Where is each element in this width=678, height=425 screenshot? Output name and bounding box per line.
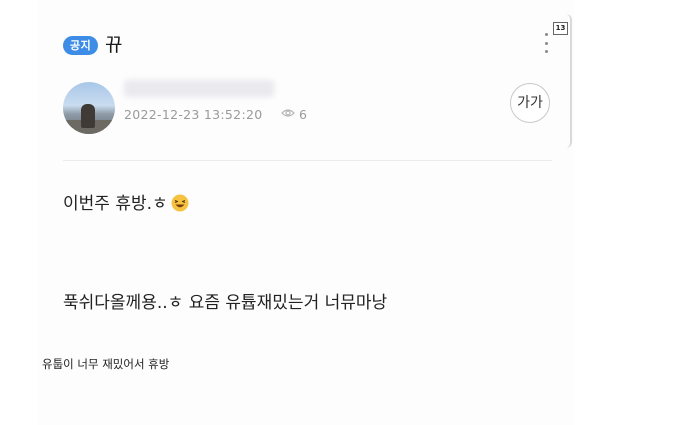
post-body-text-1: 이번주 휴방.ㅎ bbox=[63, 194, 168, 214]
screenshot-stage: 공지 뀨 13 2022-12-23 13:52:20 6 가가 이번주 휴방.… bbox=[0, 0, 678, 425]
font-size-button[interactable]: 가가 bbox=[510, 83, 550, 123]
post-body-line-1: 이번주 휴방.ㅎ bbox=[63, 189, 189, 214]
header-divider bbox=[63, 160, 552, 161]
page-number-badge: 13 bbox=[553, 22, 568, 35]
post-title: 뀨 bbox=[105, 34, 123, 56]
view-count: 6 bbox=[299, 107, 307, 122]
notice-badge: 공지 bbox=[63, 36, 99, 55]
laughing-emoji-icon bbox=[171, 194, 189, 212]
post-body-line-2: 푹쉬다올께용..ㅎ 요즘 유튭재밌는거 너뮤마낭 bbox=[63, 293, 388, 313]
post-timestamp: 2022-12-23 13:52:20 bbox=[124, 107, 263, 122]
more-vertical-icon[interactable] bbox=[542, 33, 550, 53]
eye-icon bbox=[281, 109, 295, 117]
image-caption: 유툽이 너무 재밌어서 휴방 bbox=[42, 357, 170, 371]
author-name-blurred[interactable] bbox=[124, 80, 274, 97]
avatar[interactable] bbox=[63, 82, 115, 134]
